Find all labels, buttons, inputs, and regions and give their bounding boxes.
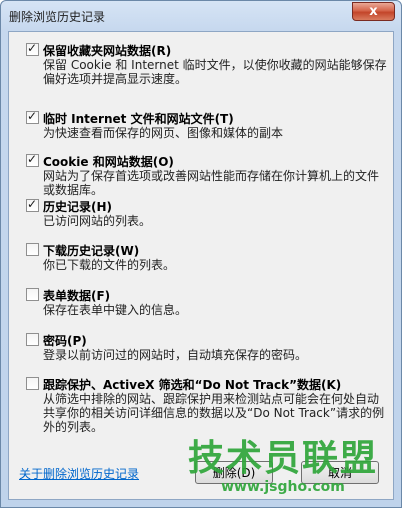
option-description: 保存在表单中键入的信息。 [43,303,188,317]
option-label: 密码(P) [43,334,87,348]
close-icon: x [369,4,378,19]
cancel-button[interactable]: 取消 [301,461,379,484]
checkbox[interactable] [26,333,39,346]
option-description: 已访问网站的列表。 [43,214,152,228]
checkbox[interactable] [26,109,39,124]
option-label: 历史记录(H) [43,200,113,214]
checkbox[interactable] [26,197,39,212]
option-label: 下载历史记录(W) [43,244,140,258]
option-description: 保留 Cookie 和 Internet 临时文件，以使你收藏的网站能够保存偏好… [43,58,387,86]
option-description: 为快速查看而保存的网页、图像和媒体的副本 [43,126,284,140]
option-description: 网站为了保存首选项或改善网站性能而存储在你计算机上的文件或数据库。 [43,169,380,197]
checkbox[interactable] [26,41,39,56]
checkbox[interactable] [26,152,39,167]
options-panel: 保留收藏夹网站数据(R) 保留 Cookie 和 Internet 临时文件，以… [8,31,394,500]
option-label: 表单数据(F) [43,289,111,303]
option-label: 临时 Internet 文件和网站文件(T) [43,112,234,126]
about-delete-history-link[interactable]: 关于删除浏览历史记录 [19,465,139,482]
option-description: 从筛选中排除的网站、跟踪保护用来检测站点可能会在何处自动共享你的相关访问详细信息… [43,392,385,434]
title-bar: 删除浏览历史记录 x [1,1,401,31]
option-label: 保留收藏夹网站数据(R) [43,44,172,58]
option-description: 登录以前访问过的网站时，自动填充保存的密码。 [43,348,308,362]
checkbox[interactable] [26,288,39,301]
delete-browsing-history-dialog: 删除浏览历史记录 x 保留收藏夹网站数据(R) 保留 Cookie 和 Inte… [0,0,402,508]
close-button[interactable]: x [352,2,395,21]
dialog-title: 删除浏览历史记录 [9,10,106,24]
option-label: 跟踪保护、ActiveX 筛选和“Do Not Track”数据(K) [43,378,342,392]
delete-button[interactable]: 删除(D) [195,461,273,484]
checkbox[interactable] [26,377,39,390]
option-description: 你已下载的文件的列表。 [43,258,176,272]
checkbox[interactable] [26,243,39,256]
option-label: Cookie 和网站数据(O) [43,155,174,169]
